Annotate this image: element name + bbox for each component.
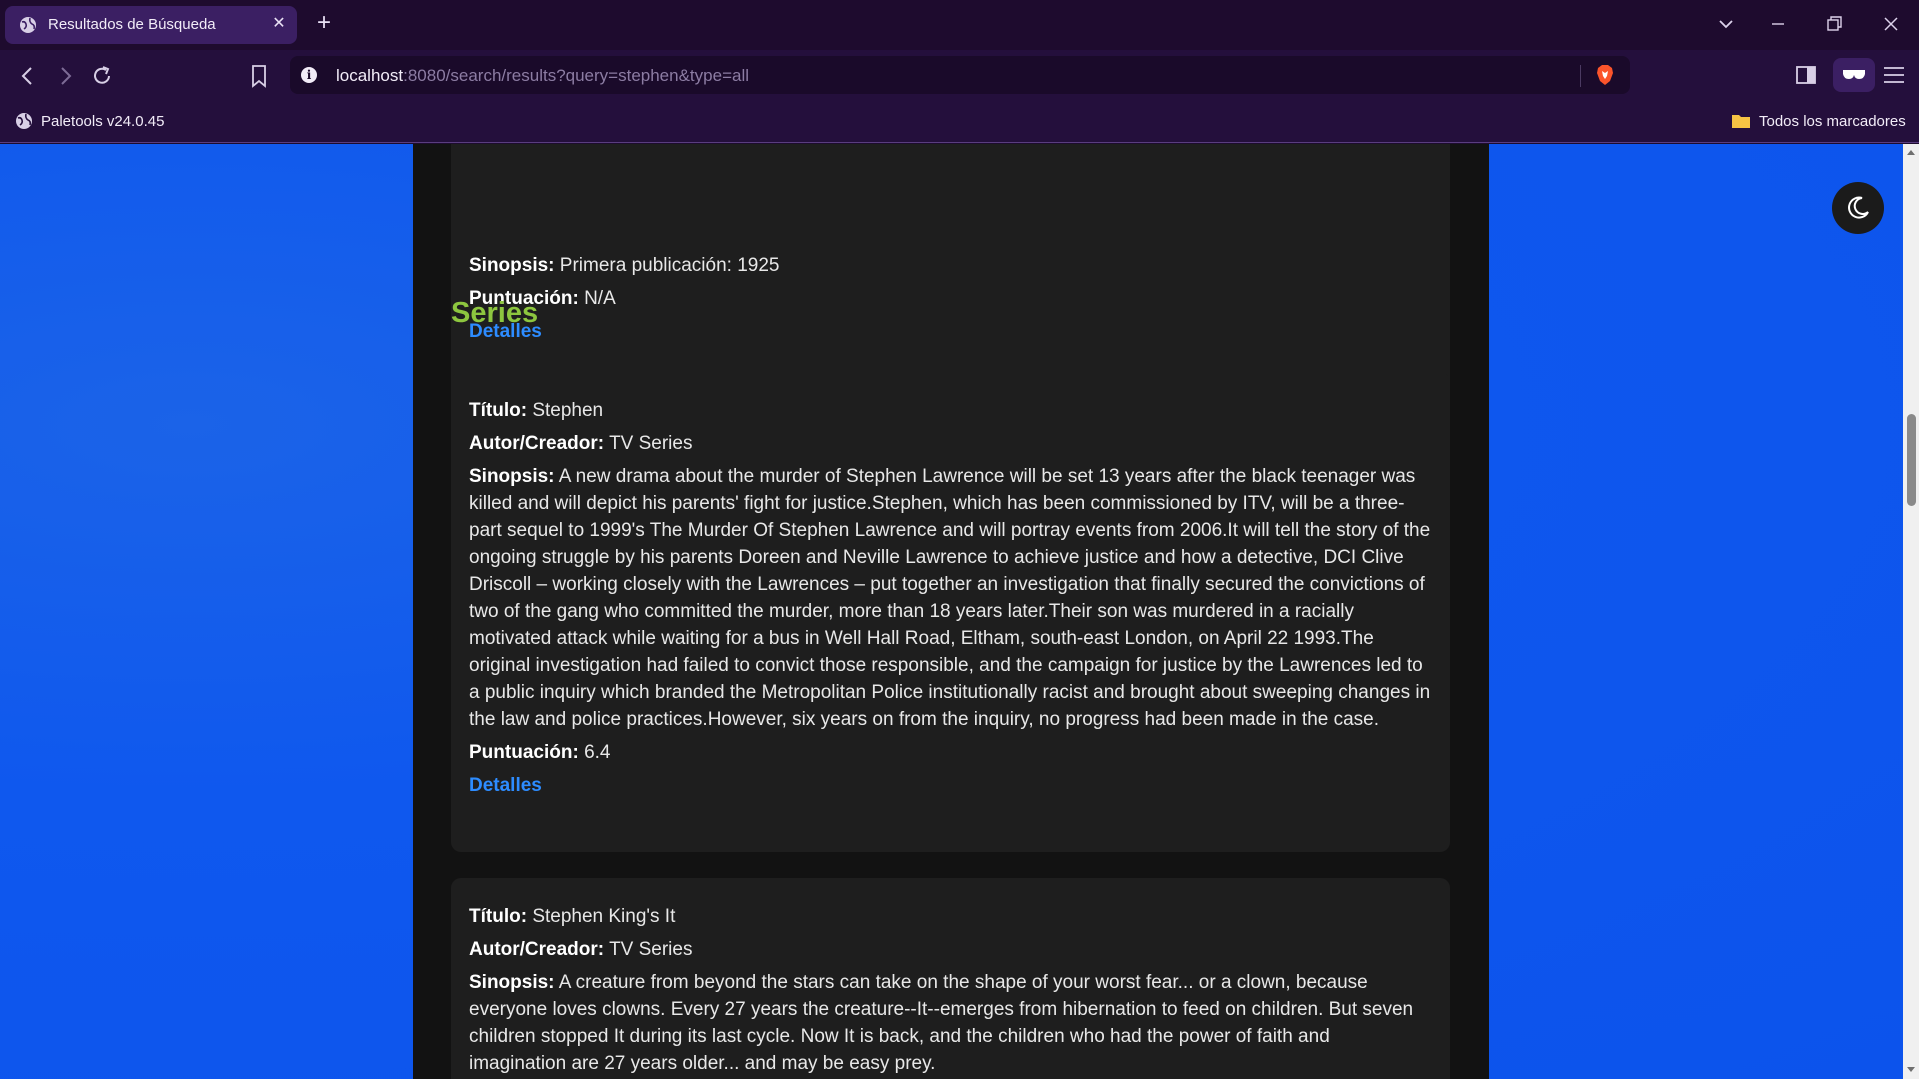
toolbar: i localhost:8080/search/results?query=st… [0, 50, 1919, 100]
brave-shield-icon[interactable] [1595, 64, 1615, 86]
title-value: Stephen King's It [532, 906, 676, 927]
result-card: Título: Stephen Autor/Creador: TV Series… [451, 372, 1450, 852]
score-value: 6.4 [584, 742, 611, 763]
restore-icon[interactable] [1820, 12, 1848, 36]
close-window-icon[interactable] [1877, 12, 1905, 36]
card-synopsis: Sinopsis: Primera publicación: 1925 [469, 252, 1432, 279]
tab-bar: Resultados de Búsqueda ✕ + [0, 0, 1919, 50]
bookmark-icon[interactable] [248, 63, 270, 89]
all-bookmarks-label: Todos los marcadores [1759, 112, 1906, 130]
tab-title: Resultados de Búsqueda [48, 16, 216, 33]
card-score: Puntuación: N/A [469, 285, 1432, 312]
globe-icon [20, 17, 36, 33]
scroll-down-icon[interactable] [1906, 1064, 1916, 1074]
forward-icon[interactable] [52, 63, 78, 89]
bookmark-label: Paletools v24.0.45 [41, 112, 165, 130]
back-icon[interactable] [15, 63, 41, 89]
synopsis-label: Sinopsis: [469, 466, 555, 487]
wallet-icon [1843, 70, 1865, 79]
author-value: TV Series [609, 433, 693, 454]
title-value: Stephen [532, 400, 604, 421]
card-author: Autor/Creador: TV Series [469, 430, 1432, 457]
menu-icon[interactable] [1882, 65, 1906, 85]
result-card: Sinopsis: Primera publicación: 1925 Punt… [451, 144, 1450, 401]
url-host: localhost [336, 66, 404, 85]
author-label: Autor/Creador: [469, 433, 605, 454]
card-author: Autor/Creador: TV Series [469, 936, 1432, 963]
wallet-button[interactable] [1833, 58, 1875, 92]
card-title: Título: Stephen King's It [469, 903, 1432, 930]
results-container: Sinopsis: Primera publicación: 1925 Punt… [413, 144, 1489, 1079]
folder-icon [1732, 115, 1750, 128]
sidebar-icon[interactable] [1795, 65, 1817, 85]
details-link[interactable]: Detalles [469, 772, 542, 799]
author-label: Autor/Creador: [469, 939, 605, 960]
synopsis-label: Sinopsis: [469, 255, 555, 276]
score-value: N/A [584, 288, 616, 309]
moon-icon [1848, 196, 1869, 219]
card-title: Título: Stephen [469, 397, 1432, 424]
address-bar[interactable]: i localhost:8080/search/results?query=st… [290, 56, 1630, 94]
result-card: Título: Stephen King's It Autor/Creador:… [451, 878, 1450, 1079]
synopsis-label: Sinopsis: [469, 972, 555, 993]
section-heading-series: Series [451, 297, 539, 329]
card-synopsis: Sinopsis: A creature from beyond the sta… [469, 969, 1432, 1077]
scrollbar-thumb[interactable] [1907, 414, 1916, 506]
all-bookmarks[interactable]: Todos los marcadores [1731, 110, 1906, 132]
scroll-up-icon[interactable] [1906, 148, 1916, 158]
globe-icon [16, 113, 32, 129]
active-tab[interactable]: Resultados de Búsqueda ✕ [5, 6, 297, 44]
dark-mode-toggle[interactable] [1832, 182, 1884, 234]
reload-icon[interactable] [89, 63, 115, 89]
url-text[interactable]: localhost:8080/search/results?query=step… [336, 66, 749, 86]
minimize-icon[interactable] [1764, 12, 1792, 36]
close-icon[interactable]: ✕ [269, 14, 289, 34]
synopsis-value: A new drama about the murder of Stephen … [469, 466, 1431, 730]
page-viewport: Sinopsis: Primera publicación: 1925 Punt… [0, 144, 1903, 1079]
author-value: TV Series [609, 939, 693, 960]
title-label: Título: [469, 400, 528, 421]
plus-icon[interactable]: + [313, 11, 335, 36]
info-icon[interactable]: i [301, 67, 317, 83]
synopsis-value: A creature from beyond the stars can tak… [469, 972, 1414, 1074]
chevron-down-icon[interactable] [1712, 12, 1740, 36]
score-label: Puntuación: [469, 742, 579, 763]
title-label: Título: [469, 906, 528, 927]
page-scrollbar[interactable] [1903, 144, 1919, 1079]
card-score: Puntuación: 6.4 [469, 739, 1432, 766]
bookmark-paletools[interactable]: Paletools v24.0.45 [15, 110, 164, 132]
url-divider [1580, 65, 1581, 87]
card-synopsis: Sinopsis: A new drama about the murder o… [469, 463, 1432, 733]
bookmarks-bar: Paletools v24.0.45 Todos los marcadores [0, 100, 1919, 143]
synopsis-value: Primera publicación: 1925 [559, 255, 780, 276]
url-path: :8080/search/results?query=stephen&type=… [403, 66, 750, 85]
